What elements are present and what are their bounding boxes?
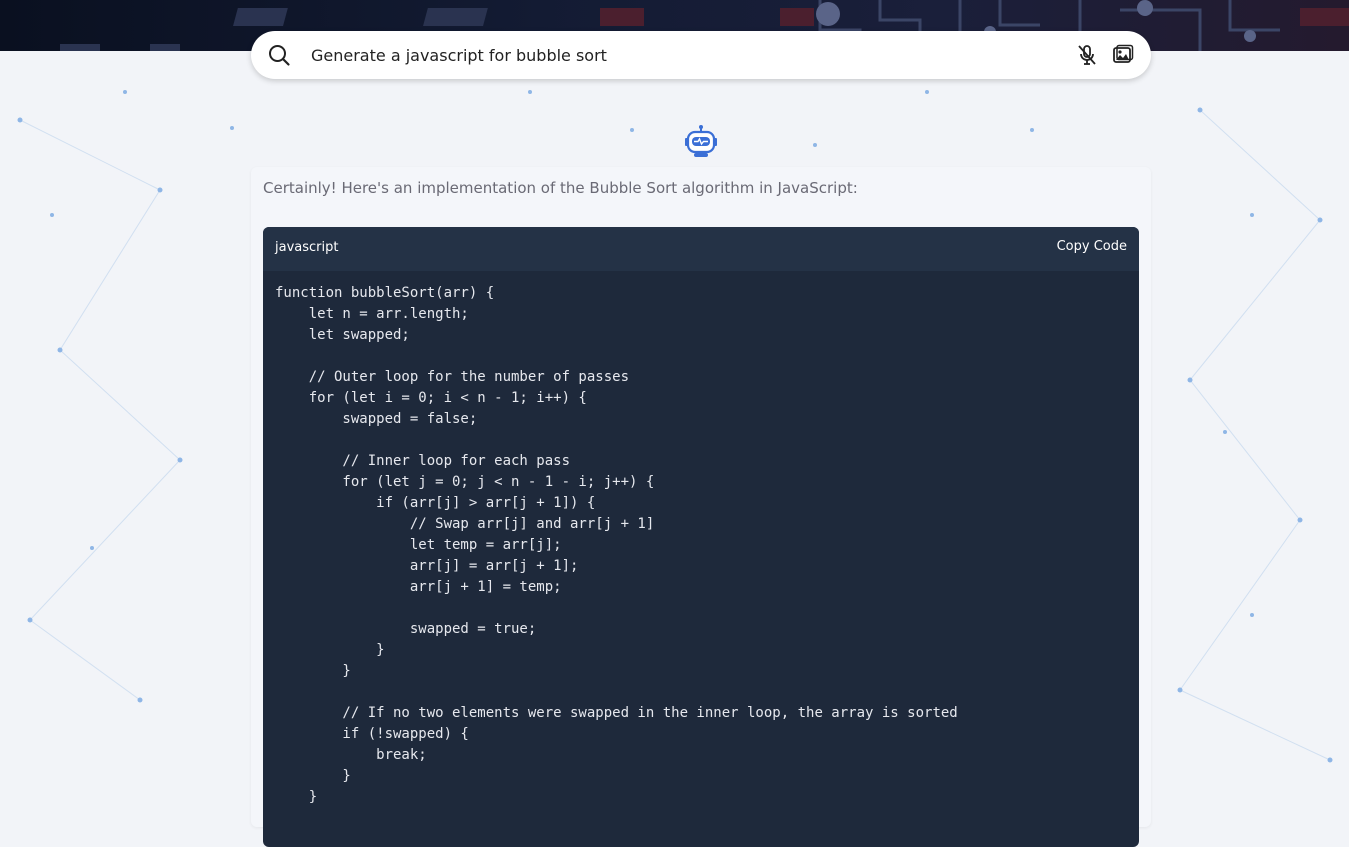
search-icon[interactable] (267, 43, 291, 67)
answer-card: Certainly! Here's an implementation of t… (251, 167, 1151, 847)
code-body: function bubbleSort(arr) { let n = arr.l… (275, 283, 1135, 808)
code-language-label: javascript (275, 240, 339, 255)
mic-off-icon[interactable] (1075, 43, 1099, 67)
code-line: let temp = arr[j]; (275, 537, 562, 553)
code-line: for (let i = 0; i < n - 1; i++) { (275, 390, 587, 406)
code-line: } (275, 768, 351, 784)
code-block-header: javascript Copy Code (263, 227, 1139, 271)
code-block: javascript Copy Code function bubbleSort… (263, 227, 1139, 847)
answer-intro-text: Certainly! Here's an implementation of t… (263, 179, 858, 197)
search-bar[interactable] (251, 31, 1151, 79)
code-line: arr[j] = arr[j + 1]; (275, 558, 579, 574)
code-line: let swapped; (275, 327, 410, 343)
code-line: // Inner loop for each pass (275, 453, 571, 469)
code-line: swapped = false; (275, 411, 478, 427)
code-line: // If no two elements were swapped in th… (275, 705, 958, 721)
image-search-icon[interactable] (1111, 43, 1135, 67)
code-line: let n = arr.length; (275, 306, 469, 322)
code-line: } (275, 642, 385, 658)
code-line: if (arr[j] > arr[j + 1]) { (275, 495, 596, 511)
code-line: } (275, 663, 351, 679)
code-line: function bubbleSort(arr) { (275, 285, 495, 301)
code-line: for (let j = 0; j < n - 1 - i; j++) { (275, 474, 655, 490)
code-line: swapped = true; (275, 621, 537, 637)
code-line: arr[j + 1] = temp; (275, 579, 562, 595)
code-line: // Outer loop for the number of passes (275, 369, 630, 385)
copy-code-button[interactable]: Copy Code (1057, 239, 1127, 254)
code-line: // Swap arr[j] and arr[j + 1] (275, 516, 655, 532)
robot-icon (685, 125, 717, 157)
code-line: } (275, 789, 318, 805)
search-input[interactable] (311, 41, 1051, 69)
code-line: if (!swapped) { (275, 726, 469, 742)
code-line: break; (275, 747, 427, 763)
